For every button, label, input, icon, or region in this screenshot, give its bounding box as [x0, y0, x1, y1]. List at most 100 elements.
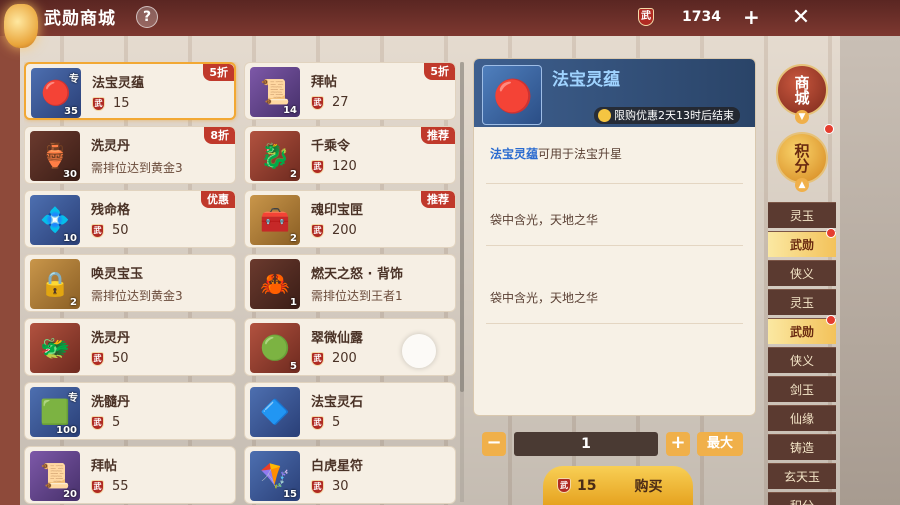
item-card[interactable]: 🦀 1 燃天之怒 · 背饰 需排位达到王者1	[244, 254, 456, 312]
item-detail-panel: 🔴 法宝灵蕴 限购优惠2天13时后结束 法宝灵蕴可用于法宝升星 袋中含光，天地之…	[473, 58, 756, 416]
item-name: 法宝灵石	[311, 395, 364, 410]
item-card[interactable]: 🏺 30 洗灵丹 需排位达到黄金3 8折	[24, 126, 236, 184]
discount-ribbon: 8折	[204, 127, 235, 144]
close-button[interactable]: ✕	[786, 4, 816, 32]
merit-currency-icon: 武	[311, 159, 324, 174]
item-icon: 🔷	[260, 398, 290, 426]
spirit-pouch-icon: 🔴	[493, 77, 533, 115]
item-description: 法宝灵蕴可用于法宝升星	[490, 145, 622, 162]
left-edge-bg	[0, 36, 20, 505]
item-price: 武 5	[311, 415, 340, 430]
item-name: 唤灵宝玉	[91, 267, 144, 282]
notification-dot	[826, 315, 836, 325]
item-name: 翠微仙露	[311, 331, 364, 346]
merit-currency-icon: 武	[311, 479, 324, 494]
divider	[486, 323, 743, 324]
help-button[interactable]: ?	[136, 6, 158, 28]
merit-currency-icon: 武	[311, 95, 324, 110]
item-price-value: 120	[332, 159, 357, 174]
chevron-down-icon[interactable]: ▼	[795, 110, 809, 124]
detail-item-image: 🔴	[482, 65, 542, 125]
item-card[interactable]: 📜 14 拜帖 武 27 5折	[244, 62, 456, 120]
item-thumbnail: 🐉 2	[250, 131, 300, 181]
add-currency-button[interactable]: +	[743, 6, 760, 28]
merit-currency-icon: 武	[311, 351, 324, 366]
max-quantity-button[interactable]: 最大	[697, 432, 743, 456]
sub-nav-item[interactable]: 仙缘	[768, 405, 836, 431]
item-card[interactable]: 🐉 2 千乘令 武 120 推荐	[244, 126, 456, 184]
limited-offer-text: 限购优惠2天13时后结束	[614, 109, 734, 122]
item-thumbnail: 💠 10	[30, 195, 80, 245]
item-thumbnail: 🔒 2	[30, 259, 80, 309]
item-thumbnail: 🪁 15	[250, 451, 300, 501]
sub-nav-item[interactable]: 积分	[768, 492, 836, 505]
item-count: 35	[64, 106, 78, 117]
sub-nav-item[interactable]: 灵玉	[768, 202, 836, 228]
item-card[interactable]: 🪁 15 白虎星符 武 30	[244, 446, 456, 504]
item-thumbnail: 🦀 1	[250, 259, 300, 309]
item-count: 14	[283, 105, 297, 116]
item-card[interactable]: 🔴 专 35 法宝灵蕴 武 15 5折	[24, 62, 236, 120]
item-name: 魂印宝匣	[311, 203, 364, 218]
discount-ribbon: 推荐	[421, 191, 455, 208]
item-card[interactable]: 🔷 法宝灵石 武 5	[244, 382, 456, 440]
sub-nav-item[interactable]: 灵玉	[768, 289, 836, 315]
buy-button[interactable]: 武 15 购买	[543, 466, 693, 505]
item-price-value: 50	[112, 223, 129, 238]
currency-display: 武 1734 +	[638, 6, 760, 28]
notification-dot	[824, 124, 834, 134]
item-price-value: 27	[332, 95, 349, 110]
item-price-value: 15	[113, 96, 130, 111]
clock-icon	[598, 109, 611, 122]
sub-nav-item[interactable]: 剑玉	[768, 376, 836, 402]
sub-nav-item[interactable]: 玄天玉	[768, 463, 836, 489]
item-card[interactable]: 💠 10 残命格 武 50 优惠	[24, 190, 236, 248]
sub-nav-item[interactable]: 侠义	[768, 347, 836, 373]
item-price-value: 200	[332, 223, 357, 238]
item-thumbnail: 🧰 2	[250, 195, 300, 245]
merit-currency-icon: 武	[311, 223, 324, 238]
item-price: 武 5	[91, 415, 120, 430]
quantity-decrease-button[interactable]: −	[482, 432, 506, 456]
item-thumbnail: 🏺 30	[30, 131, 80, 181]
item-card[interactable]: 🔒 2 唤灵宝玉 需排位达到黄金3	[24, 254, 236, 312]
chevron-up-icon[interactable]: ▲	[795, 178, 809, 192]
merit-currency-icon: 武	[91, 223, 104, 238]
item-price: 武 50	[91, 223, 129, 238]
item-count: 5	[290, 361, 297, 372]
item-card[interactable]: 📜 20 拜帖 武 55	[24, 446, 236, 504]
item-card[interactable]: 🐲 洗灵丹 武 50	[24, 318, 236, 376]
sub-nav-item[interactable]: 侠义	[768, 260, 836, 286]
item-requirement: 需排位达到王者1	[311, 289, 403, 303]
limited-offer-badge: 限购优惠2天13时后结束	[594, 107, 740, 124]
scrollbar-thumb[interactable]	[460, 62, 464, 392]
item-count: 20	[63, 489, 77, 500]
item-price-value: 55	[112, 479, 129, 494]
item-price: 武 30	[311, 479, 349, 494]
merit-currency-icon: 武	[91, 351, 104, 366]
item-thumbnail: 🔷	[250, 387, 300, 437]
quantity-increase-button[interactable]: +	[666, 432, 690, 456]
item-name: 洗灵丹	[91, 331, 131, 346]
nav-points-tab[interactable]: 积分	[776, 132, 828, 184]
item-price: 武 200	[311, 223, 357, 238]
divider	[486, 183, 743, 184]
quantity-field[interactable]: 1	[514, 432, 658, 456]
item-price: 武 15	[92, 96, 130, 111]
item-name: 千乘令	[311, 139, 351, 154]
item-price-value: 30	[332, 479, 349, 494]
nav-shop-tab[interactable]: 商城	[776, 64, 828, 116]
item-count: 1	[290, 297, 297, 308]
buy-label: 购买	[634, 478, 663, 495]
item-count: 2	[70, 297, 77, 308]
item-card[interactable]: 🟩 专 100 洗髓丹 武 5	[24, 382, 236, 440]
item-price-value: 50	[112, 351, 129, 366]
currency-value: 1734	[682, 9, 721, 25]
item-card[interactable]: 🧰 2 魂印宝匣 武 200 推荐	[244, 190, 456, 248]
divider	[486, 245, 743, 246]
sub-nav-item[interactable]: 铸造	[768, 434, 836, 460]
description-text: 可用于法宝升星	[538, 147, 623, 161]
item-name: 拜帖	[311, 75, 338, 90]
description-highlight: 法宝灵蕴	[490, 147, 539, 161]
merit-currency-icon: 武	[91, 415, 104, 430]
